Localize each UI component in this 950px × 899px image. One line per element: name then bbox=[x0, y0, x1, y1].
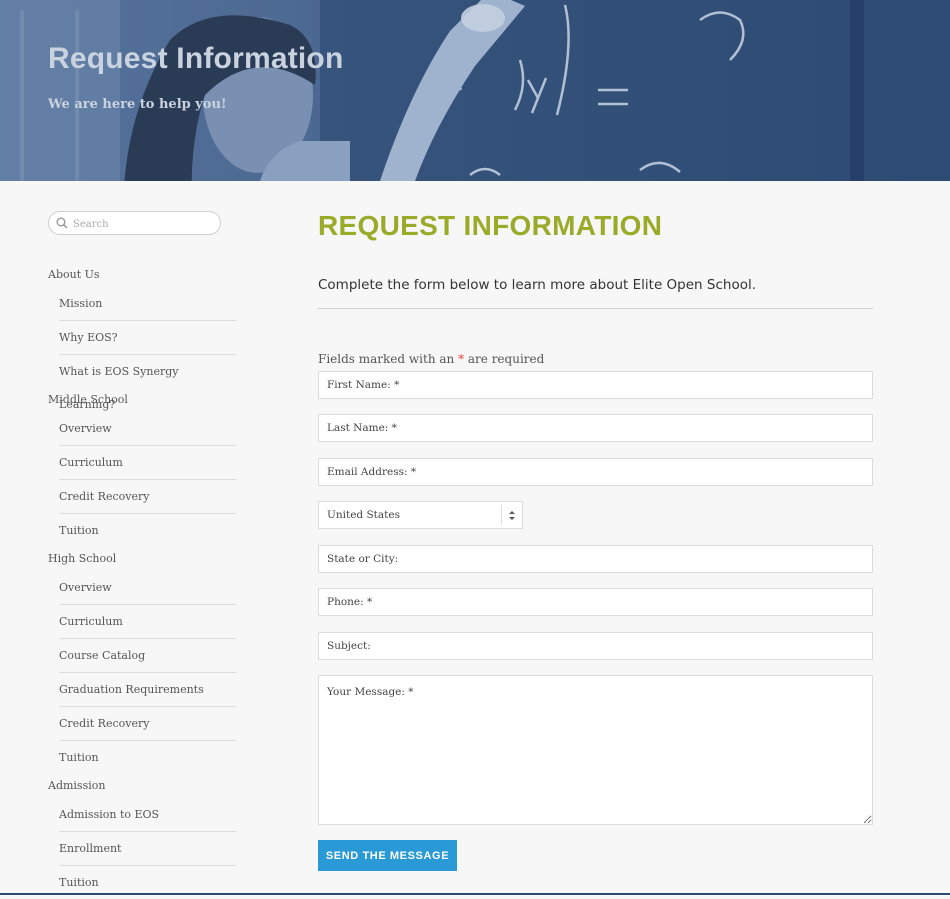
intro-text: Complete the form below to learn more ab… bbox=[318, 277, 756, 293]
required-note: Fields marked with an * are required bbox=[318, 352, 544, 366]
country-select[interactable]: United States bbox=[318, 501, 523, 529]
country-select-value: United States bbox=[327, 509, 400, 521]
state-city-field[interactable] bbox=[318, 545, 873, 573]
sidebar-item-hs-tuition[interactable]: Tuition bbox=[59, 741, 236, 774]
divider bbox=[318, 308, 873, 309]
nav-group-high-school: High School Overview Curriculum Course C… bbox=[48, 547, 236, 774]
select-arrows-icon bbox=[509, 511, 515, 520]
sidebar-item-ms-curriculum[interactable]: Curriculum bbox=[59, 446, 236, 480]
sidebar-search bbox=[48, 211, 221, 235]
sidebar-item-admission-to-eos[interactable]: Admission to EOS bbox=[59, 798, 236, 832]
last-name-field[interactable] bbox=[318, 414, 873, 442]
nav-group-admission: Admission Admission to EOS Enrollment Tu… bbox=[48, 774, 236, 899]
sidebar-item-mission[interactable]: Mission bbox=[59, 287, 236, 321]
sidebar-item-hs-credit-recovery[interactable]: Credit Recovery bbox=[59, 707, 236, 741]
sidebar-item-hs-curriculum[interactable]: Curriculum bbox=[59, 605, 236, 639]
nav-group-about-us: About Us Mission Why EOS? What is EOS Sy… bbox=[48, 263, 236, 411]
first-name-field[interactable] bbox=[318, 371, 873, 399]
subject-field[interactable] bbox=[318, 632, 873, 660]
message-field[interactable] bbox=[318, 675, 873, 825]
hero-subtitle: We are here to help you! bbox=[48, 97, 227, 112]
sidebar-item-why-eos[interactable]: Why EOS? bbox=[59, 321, 236, 355]
hero-image bbox=[0, 0, 950, 181]
hero-banner: Request Information We are here to help … bbox=[0, 0, 950, 181]
select-separator bbox=[501, 505, 502, 525]
nav-group-title[interactable]: About Us bbox=[48, 263, 236, 287]
phone-field[interactable] bbox=[318, 588, 873, 616]
nav-group-title[interactable]: Middle School bbox=[48, 388, 236, 412]
send-message-button[interactable]: SEND THE MESSAGE bbox=[318, 840, 457, 871]
required-note-suffix: are required bbox=[464, 352, 545, 366]
sidebar-item-course-catalog[interactable]: Course Catalog bbox=[59, 639, 236, 673]
sidebar-item-hs-overview[interactable]: Overview bbox=[59, 571, 236, 605]
nav-group-title[interactable]: High School bbox=[48, 547, 236, 571]
sidebar-item-ms-overview[interactable]: Overview bbox=[59, 412, 236, 446]
nav-group-title[interactable]: Admission bbox=[48, 774, 236, 798]
hero-title: Request Information bbox=[48, 42, 344, 75]
sidebar-item-ms-tuition[interactable]: Tuition bbox=[59, 514, 236, 547]
search-input[interactable] bbox=[71, 214, 215, 234]
required-note-prefix: Fields marked with an bbox=[318, 352, 459, 366]
sidebar-item-ms-credit-recovery[interactable]: Credit Recovery bbox=[59, 480, 236, 514]
sidebar-item-graduation-requirements[interactable]: Graduation Requirements bbox=[59, 673, 236, 707]
email-field[interactable] bbox=[318, 458, 873, 486]
page-title: REQUEST INFORMATION bbox=[318, 210, 663, 241]
sidebar-nav: About Us Mission Why EOS? What is EOS Sy… bbox=[48, 263, 236, 899]
sidebar-item-synergy-learning[interactable]: What is EOS Synergy Learning? bbox=[59, 355, 236, 411]
sidebar-item-enrollment[interactable]: Enrollment bbox=[59, 832, 236, 866]
nav-group-middle-school: Middle School Overview Curriculum Credit… bbox=[48, 388, 236, 547]
search-icon bbox=[56, 217, 68, 229]
